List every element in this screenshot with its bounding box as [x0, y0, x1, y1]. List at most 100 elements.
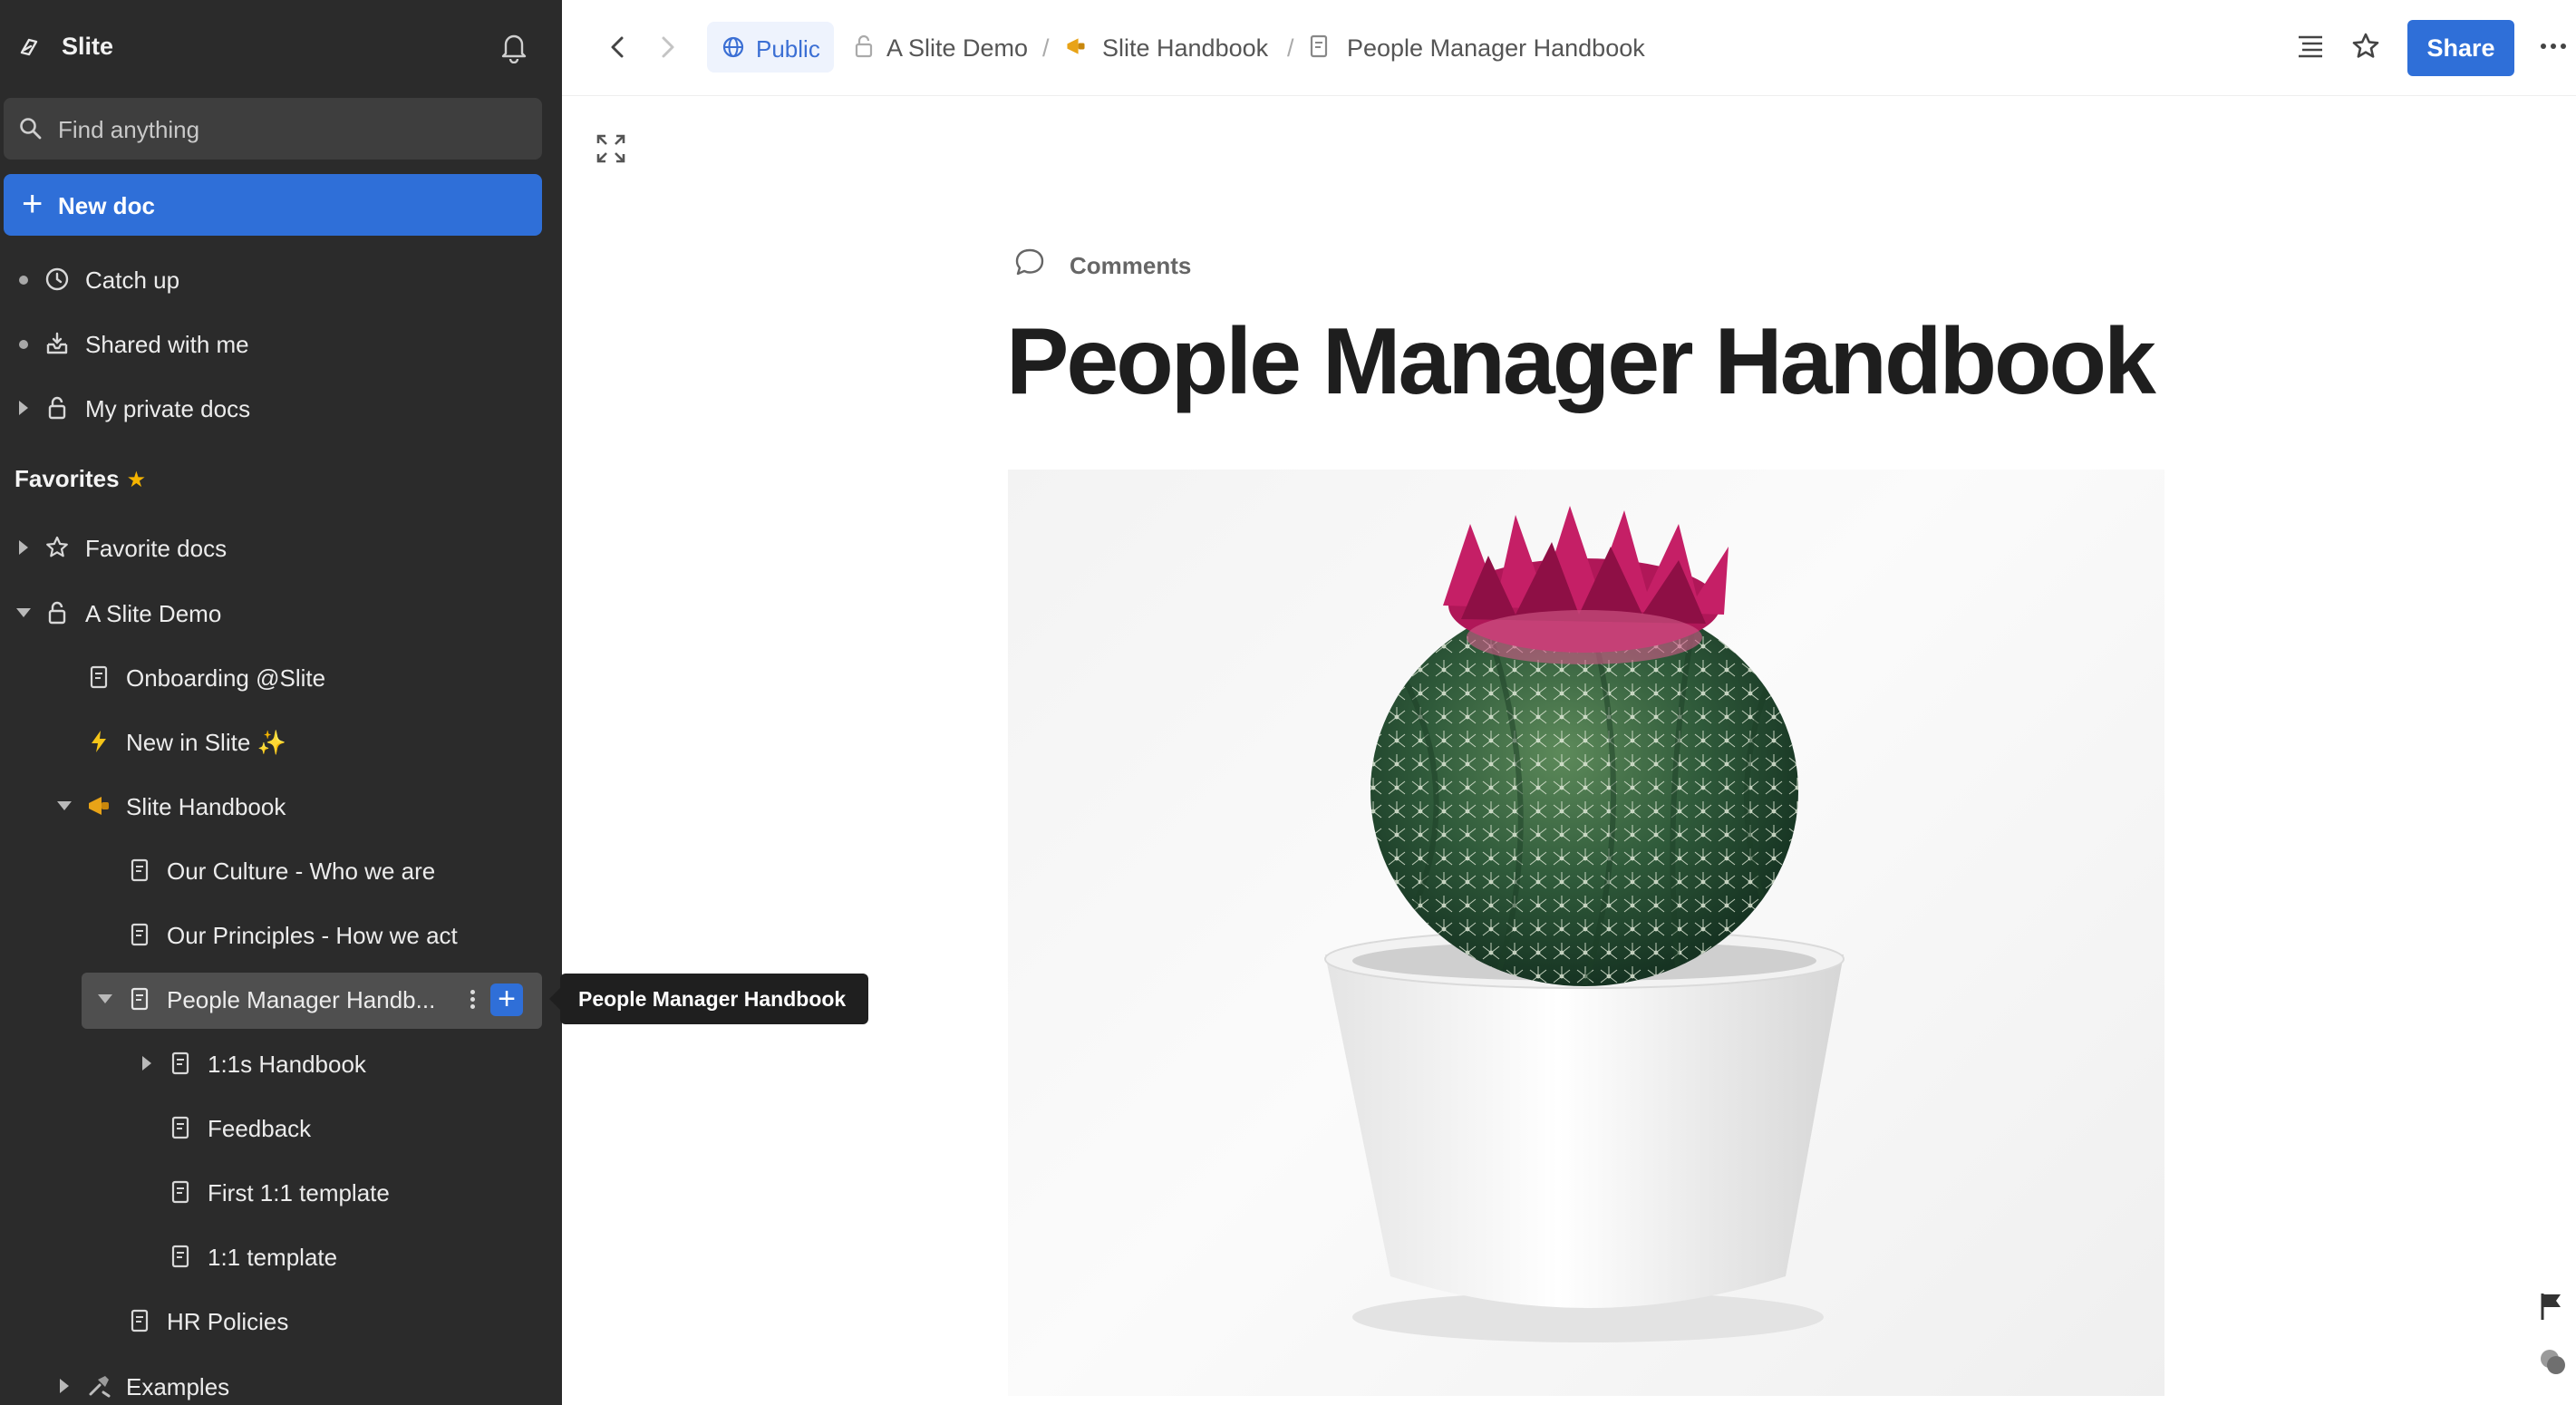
megaphone-icon: [89, 797, 109, 815]
sidebar-item-label: Our Principles - How we act: [167, 922, 458, 949]
chevron-down-icon[interactable]: [57, 801, 72, 810]
share-button[interactable]: Share: [2407, 20, 2514, 76]
sidebar-item-label: A Slite Demo: [85, 600, 222, 627]
sidebar-item-a-slite-demo[interactable]: A Slite Demo: [0, 585, 562, 641]
lock-icon: [48, 396, 66, 420]
sidebar-item-label: 1:1 template: [208, 1244, 338, 1271]
document-icon: [171, 1180, 189, 1204]
more-icon[interactable]: [2536, 29, 2571, 63]
document-icon: [1310, 34, 1328, 58]
visibility-button[interactable]: Public: [707, 22, 834, 73]
sidebar-item-1-1s-handbook[interactable]: 1:1s Handbook: [0, 1035, 562, 1091]
tools-icon: [89, 1376, 111, 1398]
comments-label: Comments: [1070, 252, 1192, 279]
star-icon: [46, 536, 68, 557]
sidebar-item-feedback[interactable]: Feedback: [0, 1100, 562, 1156]
table-of-contents-icon[interactable]: [2293, 29, 2328, 63]
plus-icon: +: [22, 184, 44, 224]
back-icon[interactable]: [604, 31, 631, 63]
breadcrumb-item-current-doc[interactable]: People Manager Handbook: [1347, 34, 1645, 63]
sidebar-item-shared-with-me[interactable]: Shared with me: [0, 315, 562, 372]
flag-icon[interactable]: [2538, 1291, 2565, 1322]
sidebar-item-label: Examples: [126, 1373, 230, 1400]
new-doc-label: New doc: [58, 192, 155, 219]
workspace-name[interactable]: Slite: [62, 33, 113, 61]
document-icon: [171, 1245, 189, 1268]
search-placeholder: Find anything: [58, 116, 200, 143]
sidebar-item-onboarding[interactable]: Onboarding @Slite: [0, 649, 562, 705]
favorites-heading-label: Favorites: [15, 465, 120, 492]
sidebar-item-people-manager-handbook[interactable]: People Manager Handb... +: [0, 971, 562, 1029]
clock-icon: [45, 267, 69, 291]
chevron-right-icon[interactable]: [19, 401, 28, 415]
sidebar-item-our-principles[interactable]: Our Principles - How we act: [0, 906, 562, 963]
inbox-icon: [46, 332, 68, 354]
sidebar-item-label: My private docs: [85, 395, 251, 422]
sidebar-item-new-in-slite[interactable]: New in Slite ✨: [0, 713, 562, 770]
sidebar: Slite Find anything + New doc Catch up S…: [0, 0, 562, 1405]
search-input[interactable]: Find anything: [4, 98, 542, 160]
visibility-label: Public: [756, 35, 820, 63]
document-icon: [131, 1309, 149, 1332]
sidebar-item-label: Catch up: [85, 266, 180, 294]
document-toolbar: Public A Slite Demo / Slite Handbook / P…: [562, 0, 2576, 96]
sidebar-item-slite-handbook[interactable]: Slite Handbook: [0, 778, 562, 834]
lock-icon: [48, 601, 66, 625]
sidebar-item-catch-up[interactable]: Catch up: [0, 251, 562, 307]
sidebar-item-first-1-1-template[interactable]: First 1:1 template: [0, 1164, 562, 1220]
cover-image: [1008, 470, 2164, 1396]
chevron-down-icon[interactable]: [16, 608, 31, 617]
document-icon: [131, 858, 149, 882]
chevron-right-icon[interactable]: [142, 1056, 151, 1071]
chevron-right-icon[interactable]: [60, 1379, 69, 1393]
chevron-right-icon[interactable]: [19, 540, 28, 555]
sidebar-item-our-culture[interactable]: Our Culture - Who we are: [0, 842, 562, 898]
bell-icon[interactable]: [499, 31, 529, 63]
sidebar-item-label: Favorite docs: [85, 535, 228, 562]
slite-logo-icon[interactable]: [16, 34, 42, 60]
lightning-icon: [92, 731, 106, 752]
sidebar-item-examples[interactable]: Examples: [0, 1358, 562, 1405]
sidebar-item-label: Feedback: [208, 1115, 312, 1142]
forward-icon[interactable]: [654, 31, 682, 63]
expand-icon[interactable]: [595, 132, 627, 165]
sidebar-item-label: Our Culture - Who we are: [167, 858, 436, 885]
star-icon: ★: [126, 468, 147, 492]
breadcrumb-separator: /: [1287, 34, 1294, 62]
sidebar-item-1-1-template[interactable]: 1:1 template: [0, 1228, 562, 1284]
breadcrumb-separator: /: [1042, 34, 1050, 62]
more-options-icon[interactable]: [468, 987, 477, 1014]
document-icon: [171, 1051, 189, 1075]
page-title[interactable]: People Manager Handbook: [1006, 308, 2156, 416]
add-subdoc-button[interactable]: +: [490, 984, 523, 1016]
sidebar-item-label: Shared with me: [85, 331, 249, 358]
sidebar-item-favorite-docs[interactable]: Favorite docs: [0, 519, 562, 576]
sidebar-item-label: New in Slite ✨: [126, 729, 286, 756]
sidebar-item-label: Slite Handbook: [126, 793, 286, 820]
breadcrumb-item-slite-handbook[interactable]: Slite Handbook: [1102, 34, 1268, 63]
cactus-illustration: [1324, 506, 1845, 1342]
breadcrumb-item-a-slite-demo[interactable]: A Slite Demo: [886, 34, 1028, 63]
sidebar-item-label: HR Policies: [167, 1308, 289, 1335]
sidebar-item-label: Onboarding @Slite: [126, 664, 326, 692]
bullet-icon: [19, 340, 28, 349]
document-icon: [171, 1116, 189, 1139]
new-doc-button[interactable]: + New doc: [4, 174, 542, 236]
sidebar-item-label: People Manager Handb...: [167, 986, 436, 1013]
sidebar-item-hr-policies[interactable]: HR Policies: [0, 1293, 562, 1349]
flower: [1443, 506, 1729, 664]
document-icon: [131, 987, 149, 1011]
chevron-down-icon[interactable]: [98, 994, 112, 1003]
favorites-heading: Favorites ★: [15, 465, 146, 493]
bullet-icon: [19, 276, 28, 285]
search-icon: [20, 118, 42, 140]
sidebar-header: Slite: [0, 18, 562, 78]
chat-bubble-icon[interactable]: [2538, 1347, 2567, 1376]
star-icon[interactable]: [2348, 29, 2383, 63]
comment-icon: [1015, 248, 1044, 276]
document-icon: [131, 923, 149, 946]
sidebar-item-my-private-docs[interactable]: My private docs: [0, 380, 562, 436]
document-icon: [90, 665, 108, 689]
lock-icon: [855, 34, 873, 58]
sidebar-item-label: 1:1s Handbook: [208, 1051, 366, 1078]
